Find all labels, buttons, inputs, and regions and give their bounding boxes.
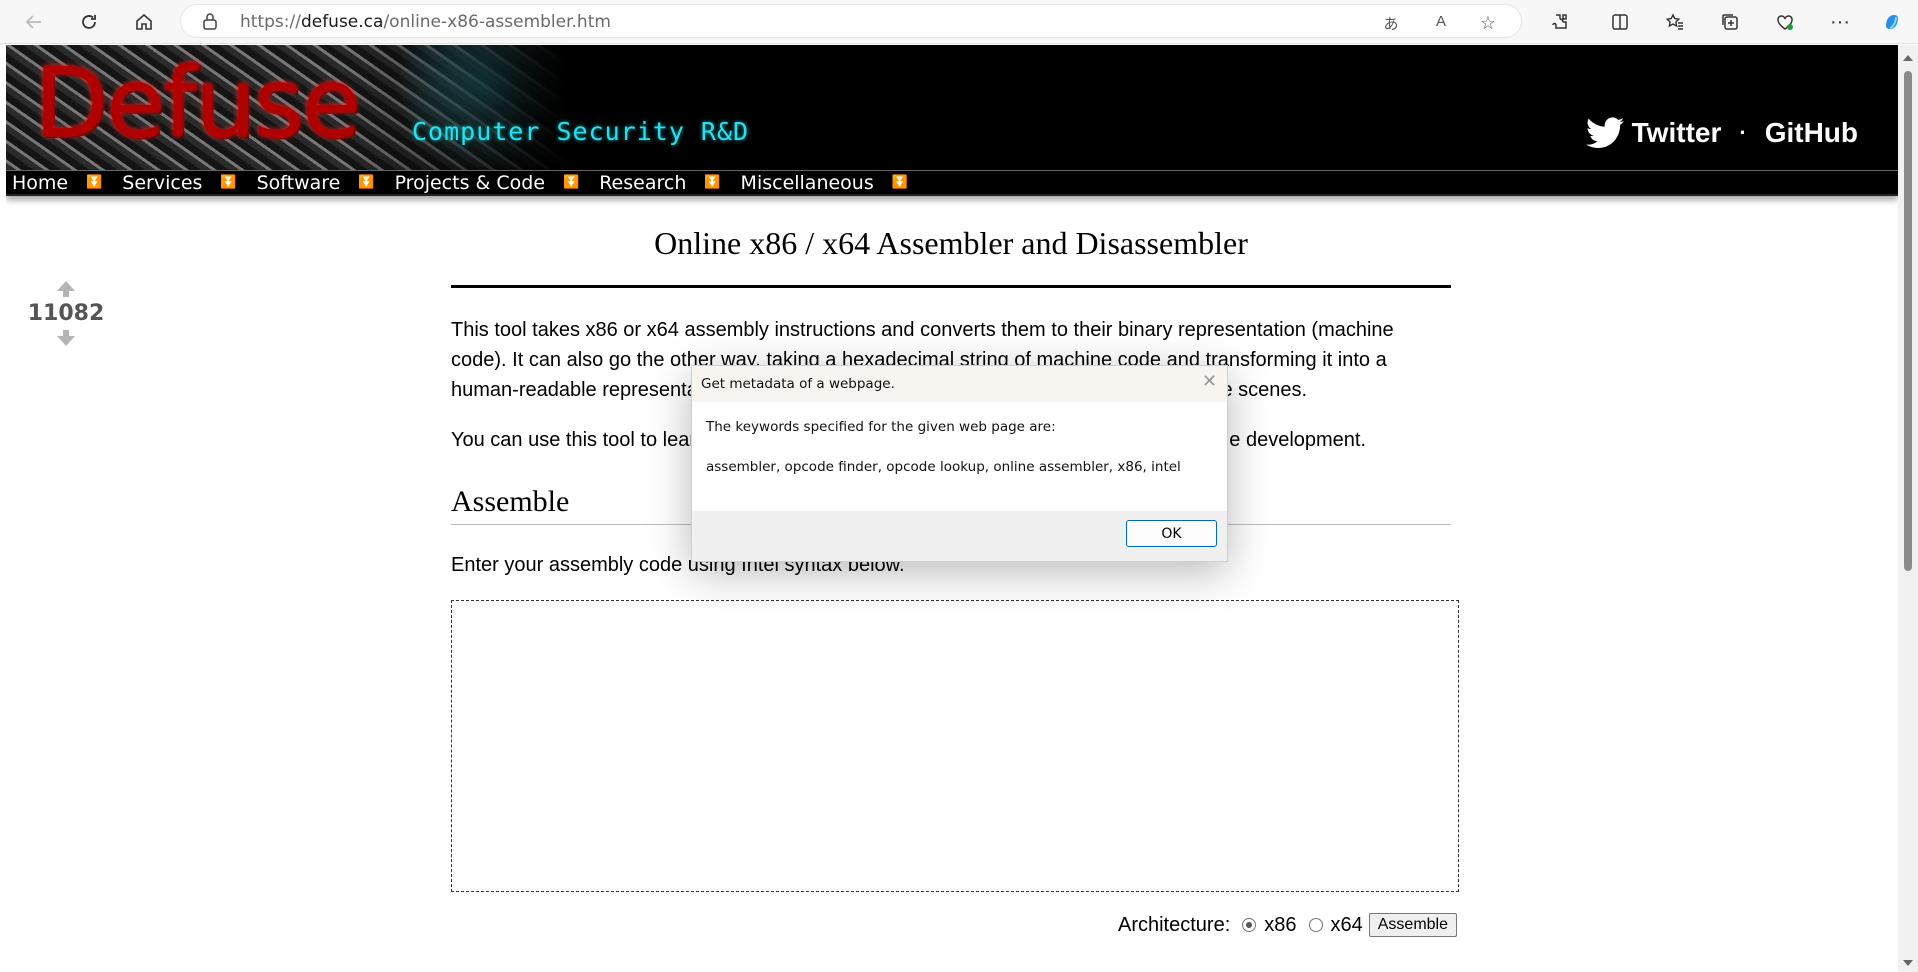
social-separator: ·	[1739, 120, 1747, 145]
github-link[interactable]: GitHub	[1765, 117, 1858, 149]
twitter-bird-icon[interactable]	[1585, 117, 1624, 149]
favorites-icon[interactable]	[1659, 6, 1691, 38]
radio-x64[interactable]	[1308, 918, 1323, 932]
main-nav: Home ⏬ Services ⏬ Software ⏬ Projects & Cod…	[6, 170, 1898, 196]
url-text[interactable]: https://defuse.ca/online-x86-assembler.h…	[240, 12, 611, 32]
browser-toolbar: https://defuse.ca/online-x86-assembler.h…	[0, 0, 1918, 44]
twitter-link[interactable]: Twitter	[1632, 117, 1722, 149]
nav-label: Home	[12, 171, 69, 194]
ok-button[interactable]: OK	[1126, 520, 1217, 547]
architecture-selector: Architecture: x86 x64 Assemble	[1118, 913, 1457, 937]
collections-icon[interactable]	[1714, 6, 1746, 38]
translate-icon[interactable]: あ	[1380, 13, 1402, 33]
radio-x64-label[interactable]: x64	[1331, 914, 1363, 937]
site-banner: Defuse Computer Security R&D Twitter · G…	[6, 45, 1898, 170]
chevron-down-icon[interactable]: ⏬	[220, 175, 236, 190]
home-icon[interactable]	[128, 6, 160, 38]
favorite-star-icon[interactable]: ☆	[1477, 13, 1499, 33]
title-divider	[451, 285, 1451, 288]
lock-icon[interactable]	[202, 12, 218, 30]
extensions-icon[interactable]	[1544, 6, 1576, 38]
dialog-footer: OK	[692, 511, 1227, 561]
nav-software[interactable]: Software ⏬	[251, 172, 389, 194]
nav-services[interactable]: Services ⏬	[116, 172, 250, 194]
chevron-down-icon[interactable]: ⏬	[86, 175, 102, 190]
scroll-up-icon[interactable]	[1903, 55, 1913, 61]
split-screen-icon[interactable]	[1604, 6, 1636, 38]
chevron-down-icon[interactable]: ⏬	[358, 175, 374, 190]
nav-label: Projects & Code	[394, 171, 546, 194]
radio-x86-label[interactable]: x86	[1264, 914, 1296, 937]
alert-dialog: Get metadata of a webpage. ✕ The keyword…	[691, 365, 1228, 562]
dialog-title: Get metadata of a webpage.	[701, 376, 895, 392]
browser-essentials-icon[interactable]	[1769, 6, 1801, 38]
site-tagline: Computer Security R&D	[412, 117, 750, 146]
nav-label: Miscellaneous	[740, 171, 874, 194]
assemble-button[interactable]: Assemble	[1368, 913, 1457, 937]
architecture-label: Architecture:	[1117, 913, 1231, 936]
nav-projects-code[interactable]: Projects & Code ⏬	[389, 172, 594, 194]
back-icon[interactable]	[18, 6, 50, 38]
chevron-down-icon[interactable]: ⏬	[704, 175, 720, 190]
upvote-icon[interactable]	[26, 281, 106, 297]
refresh-icon[interactable]	[73, 6, 105, 38]
address-bar[interactable]: https://defuse.ca/online-x86-assembler.h…	[180, 4, 1522, 38]
page-scrollbar[interactable]	[1898, 45, 1918, 972]
nav-miscellaneous[interactable]: Miscellaneous ⏬	[735, 172, 922, 194]
copilot-icon[interactable]	[1876, 6, 1908, 38]
page-title: Online x86 / x64 Assembler and Disassemb…	[654, 225, 1248, 261]
chevron-down-icon[interactable]: ⏬	[892, 175, 908, 190]
nav-label: Services	[122, 171, 203, 194]
more-menu-icon[interactable]: ···	[1824, 6, 1856, 38]
nav-research[interactable]: Research ⏬	[593, 172, 734, 194]
chevron-down-icon[interactable]: ⏬	[563, 175, 579, 190]
read-aloud-icon[interactable]: A	[1430, 13, 1452, 31]
nav-home[interactable]: Home ⏬	[6, 172, 116, 194]
radio-x86[interactable]	[1242, 918, 1257, 932]
scrollbar-thumb[interactable]	[1904, 71, 1912, 571]
nav-label: Software	[256, 171, 341, 194]
vote-count: 11082	[27, 301, 105, 326]
vote-widget: 11082	[26, 281, 106, 346]
dialog-keywords: assembler, opcode finder, opcode lookup,…	[706, 459, 1181, 475]
close-icon[interactable]: ✕	[1202, 371, 1217, 392]
dialog-titlebar: Get metadata of a webpage. ✕	[692, 366, 1227, 402]
nav-label: Research	[599, 171, 687, 194]
downvote-icon[interactable]	[26, 330, 106, 346]
dialog-message: The keywords specified for the given web…	[706, 419, 1056, 435]
assemble-heading: Assemble	[451, 485, 570, 518]
assembly-code-input[interactable]	[451, 600, 1459, 892]
scroll-down-icon[interactable]	[1903, 960, 1913, 966]
site-logo[interactable]: Defuse	[34, 55, 361, 151]
social-links: Twitter · GitHub	[1585, 117, 1858, 149]
